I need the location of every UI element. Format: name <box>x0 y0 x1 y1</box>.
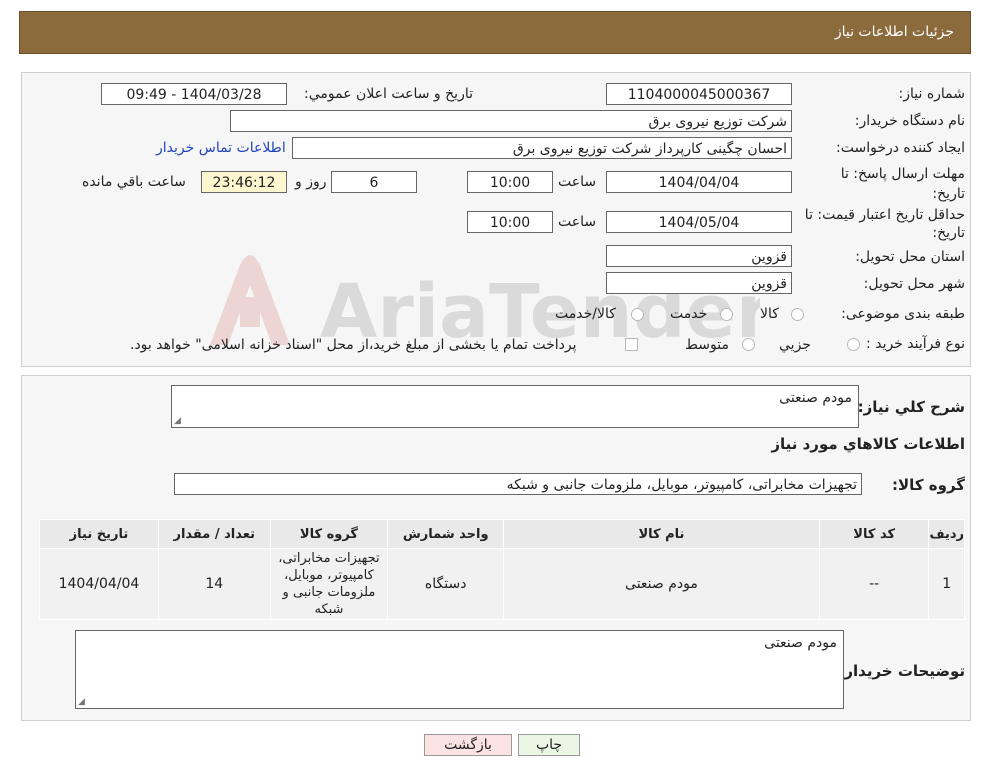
col-group-header: گروه كالا <box>269 519 389 549</box>
city-label: شهر محل تحويل: <box>863 276 965 292</box>
category-label: طبقه بندی موضوعی: <box>841 306 965 322</box>
buyer-contact-link[interactable]: اطلاعات تماس خريدار <box>156 140 286 156</box>
resize-grip-icon[interactable]: ◢ <box>174 416 181 426</box>
goods-table: رديف كد كالا نام كالا واحد شمارش گروه كا… <box>39 519 965 620</box>
buyer-notes-textarea: مودم صنعتی ◢ <box>75 630 844 709</box>
buyer-org-label: نام دستگاه خريدار: <box>854 113 965 129</box>
cell-qty: 14 <box>157 548 271 620</box>
col-qty-header: تعداد / مقدار <box>157 519 271 549</box>
resize-grip-icon[interactable]: ◢ <box>78 697 85 707</box>
col-code-header: كد كالا <box>818 519 930 549</box>
category-goods-service-radio[interactable] <box>631 308 644 321</box>
deadline-label-line2: تاریخ: <box>932 186 965 202</box>
summary-label: شرح كلي نياز: <box>857 398 965 416</box>
validity-label-line2: تاريخ: <box>932 225 965 241</box>
category-goods-radio[interactable] <box>791 308 804 321</box>
col-date-header: تاريخ نياز <box>39 519 159 549</box>
remaining-time-label: ساعت باقي مانده <box>82 174 186 190</box>
remaining-time-field: 23:46:12 <box>201 171 287 193</box>
cell-date: 1404/04/04 <box>39 548 159 620</box>
announce-field: 1404/03/28 - 09:49 <box>101 83 287 105</box>
treasury-checkbox[interactable] <box>625 338 638 351</box>
need-number-label: شماره نیاز: <box>898 86 966 102</box>
deadline-time-field: 10:00 <box>467 171 553 193</box>
category-goods-service-label: کالا/خدمت <box>555 306 616 322</box>
cell-unit: دستگاه <box>387 548 505 620</box>
process-medium-label: متوسط <box>685 337 729 353</box>
validity-time-field: 10:00 <box>467 211 553 233</box>
col-row-header: رديف <box>928 519 965 549</box>
province-label: استان محل تحويل: <box>855 249 965 265</box>
process-type-label: نوع فرآيند خريد : <box>866 336 965 352</box>
print-button[interactable]: چاپ <box>518 734 580 756</box>
treasury-note: پرداخت تمام يا بخشی از مبلغ خريد،از محل … <box>130 337 577 353</box>
days-remaining-field: 6 <box>331 171 417 193</box>
announce-label: تاریخ و ساعت اعلان عمومي: <box>304 86 473 102</box>
buyer-notes-text: مودم صنعتی <box>764 635 837 651</box>
cell-row-number: 1 <box>928 548 965 620</box>
col-name-header: نام كالا <box>503 519 820 549</box>
need-number-field: 1104000045000367 <box>606 83 792 105</box>
validity-date-field: 1404/05/04 <box>606 211 792 233</box>
creator-field: احسان چگینی کارپرداز شرکت توزیع نیروی بر… <box>292 137 792 159</box>
goods-group-label: گروه كالا: <box>892 476 965 494</box>
summary-textarea: مودم صنعتی ◢ <box>171 385 859 428</box>
category-service-radio[interactable] <box>720 308 733 321</box>
process-minor-radio[interactable] <box>847 338 860 351</box>
back-button[interactable]: بازگشت <box>424 734 512 756</box>
process-medium-radio[interactable] <box>742 338 755 351</box>
creator-label: ايجاد كننده درخواست: <box>836 140 965 156</box>
validity-time-label: ساعت <box>558 214 597 230</box>
cell-name: مودم صنعتی <box>503 548 820 620</box>
table-row: 1 -- مودم صنعتی دستگاه تجهیزات مخابراتی،… <box>39 548 965 620</box>
page-header: جزئیات اطلاعات نیاز <box>19 11 971 54</box>
days-label: روز و <box>295 174 327 190</box>
page-title: جزئیات اطلاعات نیاز <box>834 24 954 40</box>
category-service-label: خدمت <box>670 306 708 322</box>
col-unit-header: واحد شمارش <box>387 519 505 549</box>
buyer-org-field: شرکت توزیع نیروی برق <box>230 110 792 132</box>
cell-group: تجهیزات مخابراتی، کامپیوتر، موبایل، ملزو… <box>269 548 389 620</box>
category-goods-label: کالا <box>760 306 779 322</box>
buyer-notes-label: توضيحات خريدار: <box>838 662 965 680</box>
province-field: قزوين <box>606 245 792 267</box>
city-field: قزوين <box>606 272 792 294</box>
goods-table-header: رديف كد كالا نام كالا واحد شمارش گروه كا… <box>39 519 965 549</box>
deadline-date-field: 1404/04/04 <box>606 171 792 193</box>
deadline-time-label: ساعت <box>558 174 597 190</box>
summary-text: مودم صنعتی <box>779 390 852 406</box>
goods-group-field: تجهیزات مخابراتی، کامپیوتر، موبایل، ملزو… <box>174 473 862 495</box>
process-minor-label: جزيي <box>779 337 811 353</box>
validity-label-line1: حداقل تاريخ اعتبار قيمت: تا <box>804 207 965 223</box>
goods-info-title: اطلاعات كالاهاي مورد نياز <box>771 435 965 453</box>
cell-code: -- <box>818 548 930 620</box>
deadline-label-line1: مهلت ارسال پاسخ: تا <box>840 166 965 182</box>
